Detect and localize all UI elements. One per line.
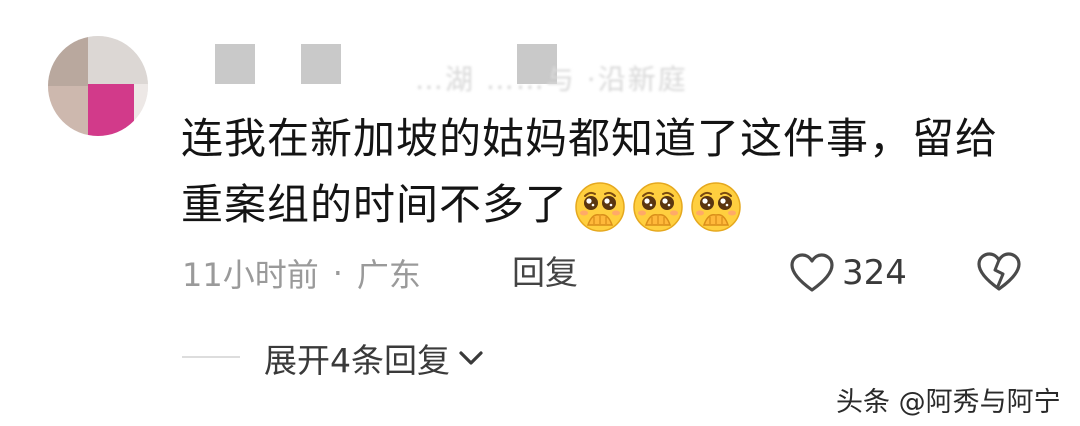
comment-meta: 11小时前 · 广东 (182, 248, 421, 298)
username-redaction (215, 44, 255, 84)
reply-button[interactable]: 回复 (512, 248, 578, 298)
expand-replies-label: 展开4条回复 (264, 341, 450, 380)
heart-icon (790, 253, 834, 292)
meta-separator: · (332, 254, 343, 292)
comment-time: 11小时前 (182, 256, 319, 294)
emoji-group (574, 181, 748, 233)
pleading-face-icon (633, 182, 683, 232)
like-button[interactable]: 324 (790, 248, 907, 298)
expand-divider (182, 356, 240, 358)
username-redaction (301, 44, 341, 84)
expand-replies-button[interactable]: 展开4条回复 (264, 334, 484, 382)
broken-heart-icon[interactable] (977, 252, 1021, 292)
chevron-down-icon (459, 351, 483, 365)
comment-location: 广东 (356, 256, 421, 294)
avatar[interactable] (48, 36, 148, 136)
like-count: 324 (842, 253, 907, 293)
comment-text: 连我在新加坡的姑妈都知道了这件事，留给重案组的时间不多了 (181, 106, 1001, 238)
username-text: …湖 ……与 ·沿新庭 (415, 63, 688, 96)
pleading-face-icon (575, 182, 625, 232)
watermark: 头条 @阿秀与阿宁 (836, 387, 1061, 418)
pleading-face-icon (691, 182, 741, 232)
